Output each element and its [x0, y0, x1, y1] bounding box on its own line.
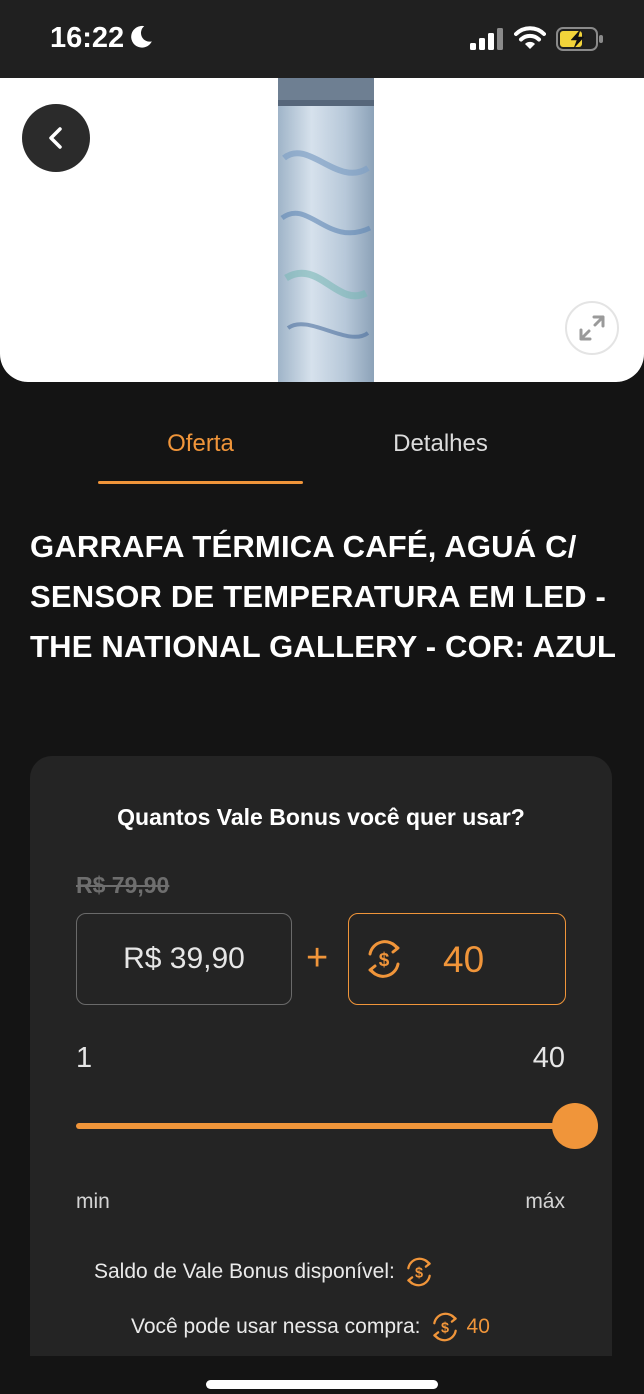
price-box: R$ 39,90: [76, 913, 292, 1005]
battery-charging-icon: [556, 27, 603, 51]
vale-bonus-coin-icon: $: [368, 940, 400, 978]
bonus-amount-input[interactable]: $ 40: [348, 913, 566, 1005]
vale-bonus-coin-icon: $: [407, 1257, 431, 1287]
slider-min-label: min: [76, 1190, 110, 1213]
bonus-amount-value: 40: [443, 939, 485, 980]
tab-oferta[interactable]: Oferta: [98, 430, 303, 458]
bonus-slider-track[interactable]: [76, 1123, 576, 1129]
wifi-icon: [514, 26, 546, 49]
range-max-value: 40: [532, 1042, 565, 1074]
vale-bonus-coin-icon: $: [432, 1312, 457, 1342]
cellular-signal-icon: [470, 28, 503, 50]
product-title: GARRAFA TÉRMICA CAFÉ, AGUÁ C/ SENSOR DE …: [30, 529, 617, 664]
product-image[interactable]: [0, 78, 644, 382]
usable-bonus-value: 40: [466, 1315, 490, 1338]
old-price: R$ 79,90: [76, 872, 170, 898]
expand-image-button[interactable]: [565, 301, 619, 355]
available-balance-row: Saldo de Vale Bonus disponível: $: [94, 1256, 435, 1288]
bottle-image: [278, 78, 374, 382]
app-screen: 16:22 Oferta Detalhes GARRAFA TÉRMICA CA…: [0, 0, 644, 1394]
bonus-card: Quantos Vale Bonus você quer usar? R$ 79…: [30, 756, 612, 1356]
slider-max-label: máx: [525, 1190, 565, 1213]
back-chevron-icon: [49, 127, 62, 149]
active-tab-indicator: [98, 481, 303, 484]
bonus-slider-thumb[interactable]: [552, 1103, 598, 1149]
back-button[interactable]: [22, 104, 90, 172]
status-time: 16:22: [50, 22, 125, 54]
bonus-question: Quantos Vale Bonus você quer usar?: [117, 804, 525, 830]
usable-bonus-row: Você pode usar nessa compra: $ 40: [131, 1311, 490, 1343]
range-min-value: 1: [76, 1042, 93, 1074]
svg-text:$: $: [379, 950, 390, 971]
expand-icon: [579, 315, 605, 341]
svg-text:$: $: [415, 1265, 423, 1281]
status-bar: 16:22: [0, 0, 644, 78]
tab-detalhes[interactable]: Detalhes: [338, 430, 543, 458]
price-value: R$ 39,90: [123, 942, 245, 975]
moon-icon: [131, 25, 152, 48]
home-indicator[interactable]: [206, 1380, 438, 1389]
usable-bonus-label: Você pode usar nessa compra:: [131, 1315, 421, 1338]
svg-text:$: $: [440, 1320, 448, 1336]
plus-sign: +: [306, 937, 329, 979]
available-balance-label: Saldo de Vale Bonus disponível:: [94, 1260, 395, 1283]
